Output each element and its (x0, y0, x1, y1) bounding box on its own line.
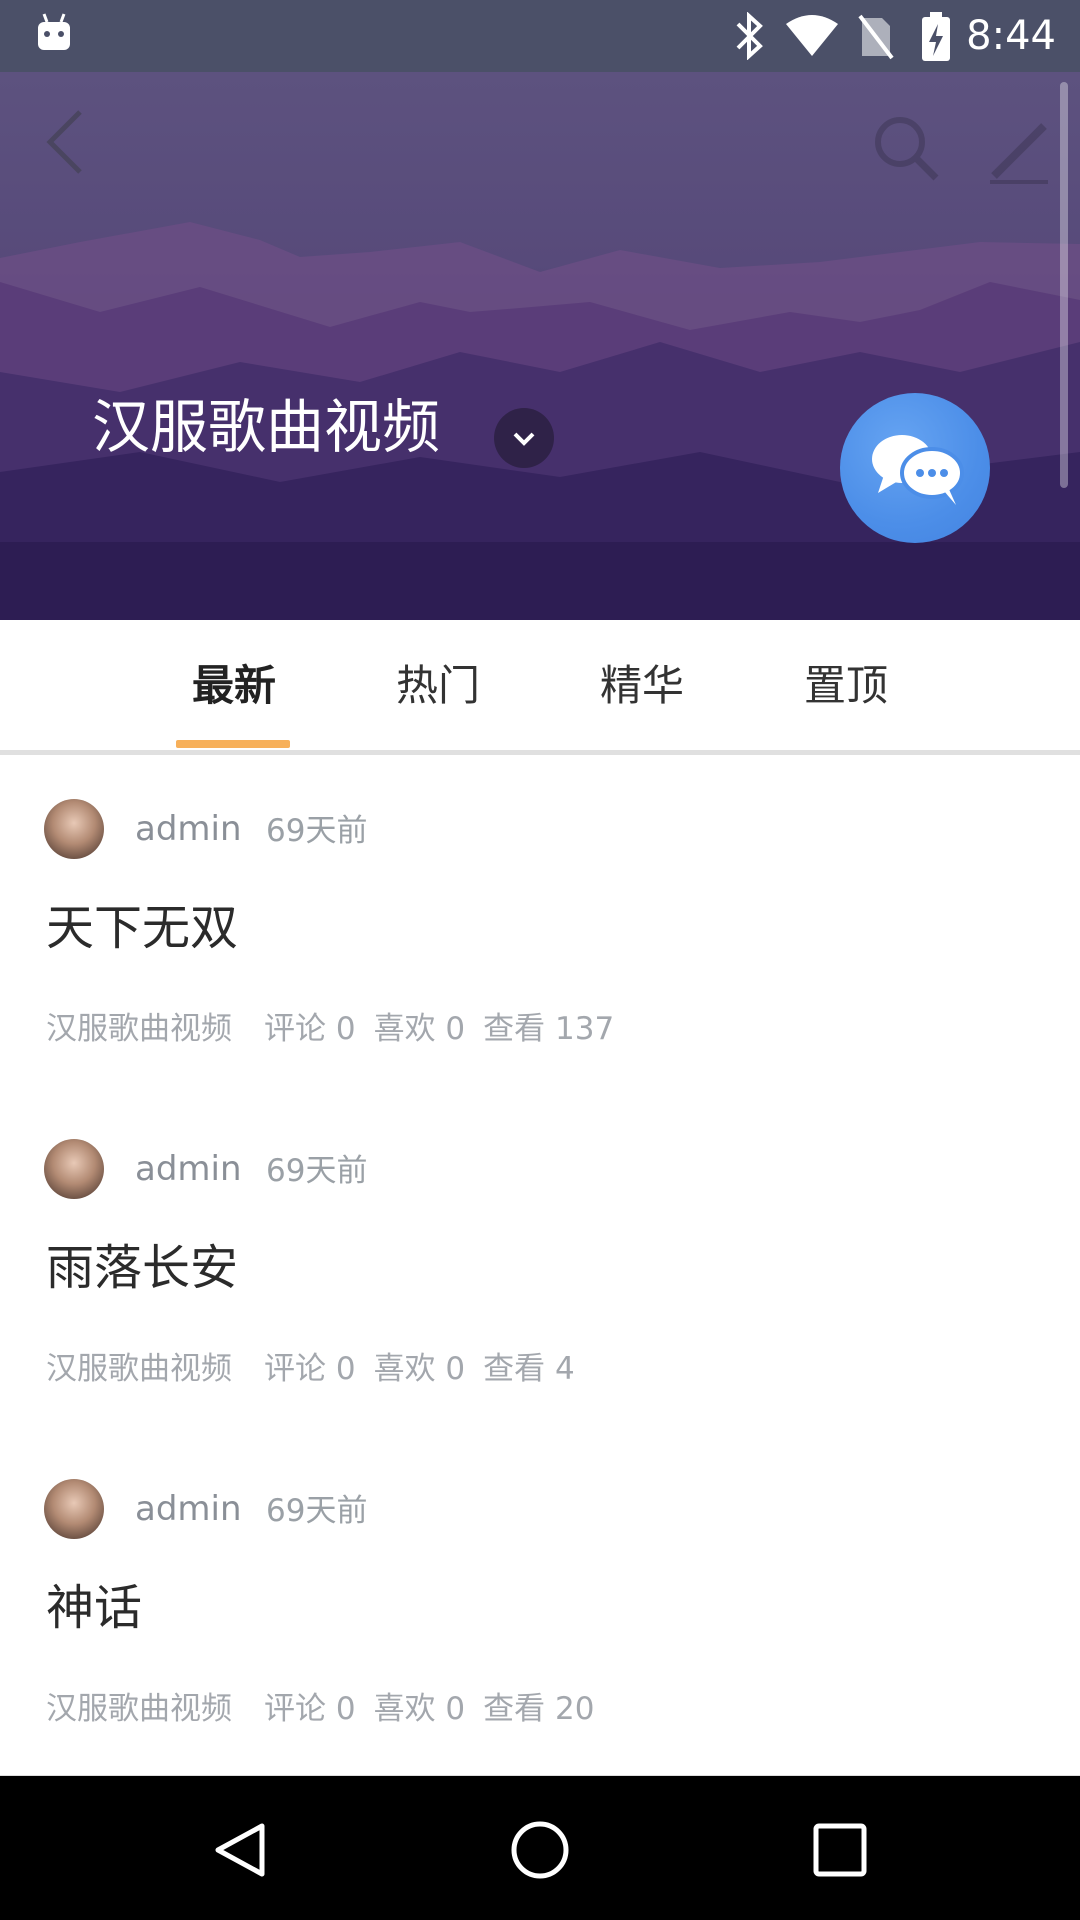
search-icon[interactable] (866, 108, 946, 188)
post-comments: 评论 0 (264, 1011, 356, 1047)
post-meta: 汉服歌曲视频 评论 0 喜欢 0 查看 20 (46, 1687, 594, 1731)
tab-featured[interactable]: 精华 (600, 658, 684, 714)
forum-dropdown-button[interactable] (494, 408, 554, 468)
post-comments: 评论 0 (264, 1691, 356, 1727)
post-title[interactable]: 天下无双 (46, 897, 238, 959)
post-time: 69天前 (266, 1153, 368, 1189)
post-meta: 汉服歌曲视频 评论 0 喜欢 0 查看 4 (46, 1347, 575, 1391)
post-time: 69天前 (266, 1493, 368, 1529)
chat-fab-button[interactable] (840, 393, 990, 543)
forum-title: 汉服歌曲视频 (92, 393, 441, 461)
status-bar: 8:44 (0, 0, 1080, 72)
post-author[interactable]: admin (135, 807, 242, 851)
bluetooth-icon (736, 12, 763, 60)
avatar[interactable] (44, 799, 104, 859)
tab-indicator (176, 740, 290, 748)
post-likes: 喜欢 0 (373, 1351, 466, 1387)
post-title[interactable]: 神话 (46, 1577, 142, 1639)
list-item[interactable]: admin 69天前 雨落长安 汉服歌曲视频 评论 0 喜欢 0 查看 4 (0, 1095, 1080, 1438)
avatar[interactable] (44, 1139, 104, 1199)
post-views: 查看 4 (483, 1351, 575, 1387)
tab-bar: 最新 热门 精华 置顶 (0, 620, 1080, 755)
post-author[interactable]: admin (135, 1147, 242, 1191)
avatar[interactable] (44, 1479, 104, 1539)
clock: 8:44 (966, 13, 1056, 59)
tab-hot[interactable]: 热门 (396, 658, 480, 714)
post-likes: 喜欢 0 (373, 1011, 466, 1047)
scrollbar[interactable] (1060, 82, 1068, 488)
nav-recents-icon[interactable] (808, 1818, 872, 1882)
nav-back-icon[interactable] (208, 1818, 272, 1882)
post-views: 查看 20 (483, 1691, 595, 1727)
post-author[interactable]: admin (135, 1487, 242, 1531)
no-sim-icon (858, 14, 894, 60)
android-icon (38, 13, 70, 50)
post-time: 69天前 (266, 813, 368, 849)
battery-icon (922, 12, 950, 61)
post-title[interactable]: 雨落长安 (46, 1237, 238, 1299)
back-arrow-icon[interactable] (40, 102, 100, 182)
list-item[interactable]: admin 69天前 天下无双 汉服歌曲视频 评论 0 喜欢 0 查看 137 (0, 755, 1080, 1098)
forum-header: 汉服歌曲视频 (0, 72, 1080, 620)
post-category: 汉服歌曲视频 (46, 1691, 232, 1727)
post-likes: 喜欢 0 (373, 1691, 466, 1727)
chevron-down-icon (513, 432, 535, 446)
post-meta: 汉服歌曲视频 评论 0 喜欢 0 查看 137 (46, 1007, 614, 1051)
tab-latest[interactable]: 最新 (192, 658, 276, 714)
system-nav-bar (0, 1776, 1080, 1920)
post-comments: 评论 0 (264, 1351, 356, 1387)
nav-home-icon[interactable] (508, 1818, 572, 1882)
edit-icon[interactable] (984, 108, 1054, 188)
post-category: 汉服歌曲视频 (46, 1351, 232, 1387)
wifi-icon (786, 15, 838, 56)
post-views: 查看 137 (483, 1011, 615, 1047)
list-item[interactable]: admin 69天前 神话 汉服歌曲视频 评论 0 喜欢 0 查看 20 (0, 1435, 1080, 1778)
tab-pinned[interactable]: 置顶 (804, 658, 888, 714)
chat-bubbles-icon (872, 435, 964, 505)
post-category: 汉服歌曲视频 (46, 1011, 232, 1047)
